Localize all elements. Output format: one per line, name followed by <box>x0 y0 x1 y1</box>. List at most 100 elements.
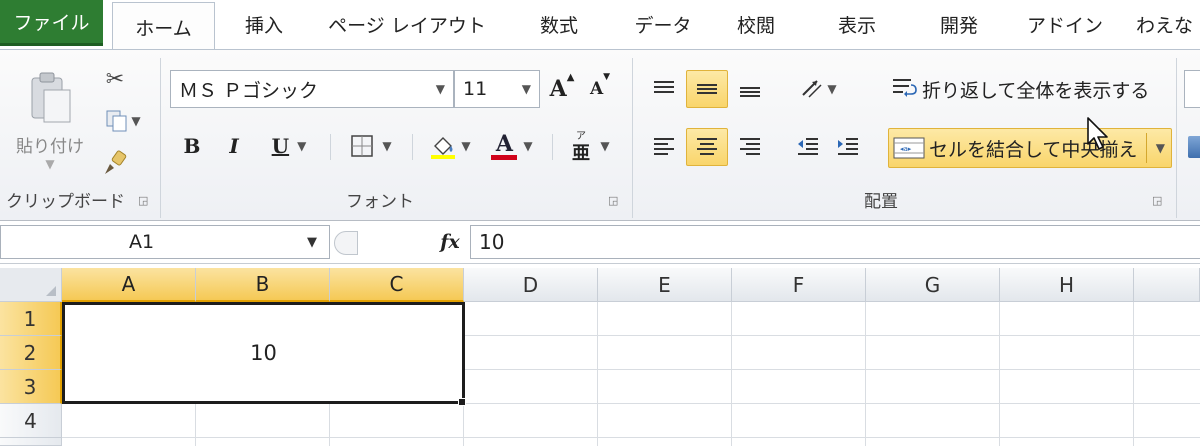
copy-button[interactable]: ▼ <box>98 104 148 138</box>
alignment-launcher-icon[interactable]: ◲ <box>1152 194 1162 207</box>
column-header[interactable]: H <box>1000 268 1134 302</box>
tab-insert[interactable]: 挿入 <box>222 0 306 48</box>
borders-dropdown-icon: ▼ <box>382 139 392 153</box>
tab-developer[interactable]: 開発 <box>924 0 994 48</box>
name-box-dropdown-icon[interactable]: ▼ <box>307 235 317 250</box>
paste-label: 貼り付け <box>16 136 84 157</box>
wrap-text-button[interactable]: 折り返して全体を表示する <box>884 70 1174 108</box>
text-orientation-icon <box>802 80 822 98</box>
shrink-font-button[interactable]: A ▼ <box>584 72 616 106</box>
decrease-indent-icon <box>798 138 818 155</box>
worksheet-grid: A B C D E F G H I 1 2 3 4 10 <box>0 268 1200 446</box>
borders-icon <box>351 135 374 157</box>
row-header[interactable]: 4 <box>0 404 62 438</box>
column-header[interactable]: B <box>196 268 330 302</box>
borders-button[interactable]: ▼ <box>340 128 402 164</box>
align-bottom-button[interactable] <box>730 70 770 108</box>
phonetic-button[interactable]: ア 亜 ▼ <box>562 124 618 168</box>
row-header[interactable]: 1 <box>0 302 62 336</box>
number-format-combo[interactable] <box>1184 70 1200 108</box>
tab-page-layout[interactable]: ページ レイアウト <box>322 0 492 48</box>
underline-dropdown-icon: ▼ <box>297 139 307 153</box>
column-header[interactable]: F <box>732 268 866 302</box>
tab-review[interactable]: 校閲 <box>724 0 788 48</box>
fill-color-button[interactable]: ▼ <box>422 128 478 164</box>
divider <box>330 134 331 160</box>
font-launcher-icon[interactable]: ◲ <box>608 194 618 207</box>
select-all-button[interactable] <box>0 268 62 302</box>
align-right-button[interactable] <box>730 128 770 166</box>
ribbon: 貼り付け ▼ ✂ ▼ クリップボード ◲ ＭＳ Ｐゴシック ▼ 11 ▼ A ▲ … <box>0 49 1200 221</box>
tab-home[interactable]: ホーム <box>112 2 215 52</box>
gridline <box>62 437 1200 438</box>
font-color-button[interactable]: A ▼ <box>484 128 540 164</box>
paste-button[interactable]: 貼り付け ▼ <box>8 56 92 184</box>
merged-cell-a1-c3[interactable]: 10 <box>62 302 465 404</box>
column-header[interactable]: G <box>866 268 1000 302</box>
merge-dropdown-icon[interactable]: ▼ <box>1156 141 1165 155</box>
orientation-button[interactable]: ▼ <box>790 70 846 108</box>
tab-view[interactable]: 表示 <box>824 0 890 48</box>
row-header[interactable]: 3 <box>0 370 62 404</box>
font-size-combo[interactable]: 11 ▼ <box>454 70 540 108</box>
increase-indent-button[interactable] <box>830 128 866 166</box>
cut-button[interactable]: ✂ <box>98 62 132 96</box>
font-name-combo[interactable]: ＭＳ Ｐゴシック ▼ <box>170 70 454 108</box>
align-center-button[interactable] <box>686 128 728 166</box>
decrease-indent-button[interactable] <box>790 128 826 166</box>
format-painter-button[interactable] <box>98 146 132 180</box>
font-color-dropdown-icon: ▼ <box>523 139 533 153</box>
column-header[interactable]: C <box>330 268 464 302</box>
wrap-text-label: 折り返して全体を表示する <box>922 79 1150 102</box>
gridline <box>597 302 598 446</box>
align-left-button[interactable] <box>644 128 684 166</box>
tab-data[interactable]: データ <box>618 0 708 48</box>
bold-button[interactable]: B <box>176 128 208 164</box>
column-header[interactable]: E <box>598 268 732 302</box>
column-header[interactable]: A <box>62 268 196 302</box>
gridline <box>195 404 196 446</box>
underline-button[interactable]: U ▼ <box>260 128 318 164</box>
currency-icon <box>1188 136 1200 158</box>
phonetic-dropdown-icon: ▼ <box>600 139 610 153</box>
italic-button[interactable]: I <box>218 128 250 164</box>
name-box[interactable]: A1 ▼ <box>0 225 330 259</box>
tab-addins[interactable]: アドイン <box>1022 0 1108 48</box>
orientation-dropdown-icon: ▼ <box>827 82 837 96</box>
tab-custom[interactable]: わえな <box>1136 0 1200 48</box>
function-icon: fx <box>440 231 460 253</box>
align-middle-icon <box>697 84 717 94</box>
svg-text:ア: ア <box>576 131 586 142</box>
tab-file[interactable]: ファイル <box>0 0 103 46</box>
tab-formulas[interactable]: 数式 <box>516 0 602 48</box>
align-top-button[interactable] <box>644 70 684 108</box>
wrap-text-icon <box>893 79 917 97</box>
phonetic-guide-icon: ア 亜 <box>572 131 590 163</box>
bold-icon: B <box>183 134 201 158</box>
formula-value: 10 <box>479 230 505 254</box>
insert-function-button[interactable]: fx <box>432 227 468 257</box>
group-separator <box>1176 58 1177 218</box>
align-middle-button[interactable] <box>686 70 728 108</box>
align-left-icon <box>654 138 674 155</box>
font-size-value: 11 <box>463 78 488 100</box>
row-header[interactable] <box>0 438 62 446</box>
brush-icon <box>105 150 127 174</box>
grow-font-button[interactable]: A ▲ <box>546 72 578 106</box>
fill-color-dropdown-icon: ▼ <box>461 139 471 153</box>
row-header[interactable]: 2 <box>0 336 62 370</box>
column-header[interactable]: I <box>1134 268 1200 302</box>
formula-input[interactable]: 10 <box>470 225 1200 259</box>
fill-handle[interactable] <box>458 398 466 406</box>
group-separator <box>160 58 161 218</box>
merge-center-button[interactable]: ◂a▸ セルを結合して中央揃え ▼ <box>888 128 1172 168</box>
clipboard-launcher-icon[interactable]: ◲ <box>138 194 148 207</box>
font-name-dropdown-icon: ▼ <box>435 82 445 96</box>
splitter-handle[interactable] <box>334 231 358 255</box>
gridline <box>463 404 464 446</box>
copy-dropdown-icon: ▼ <box>131 114 141 128</box>
gridline <box>999 302 1000 446</box>
font-name-value: ＭＳ Ｐゴシック <box>179 79 319 102</box>
grow-font-icon: A <box>549 76 567 102</box>
column-header[interactable]: D <box>464 268 598 302</box>
